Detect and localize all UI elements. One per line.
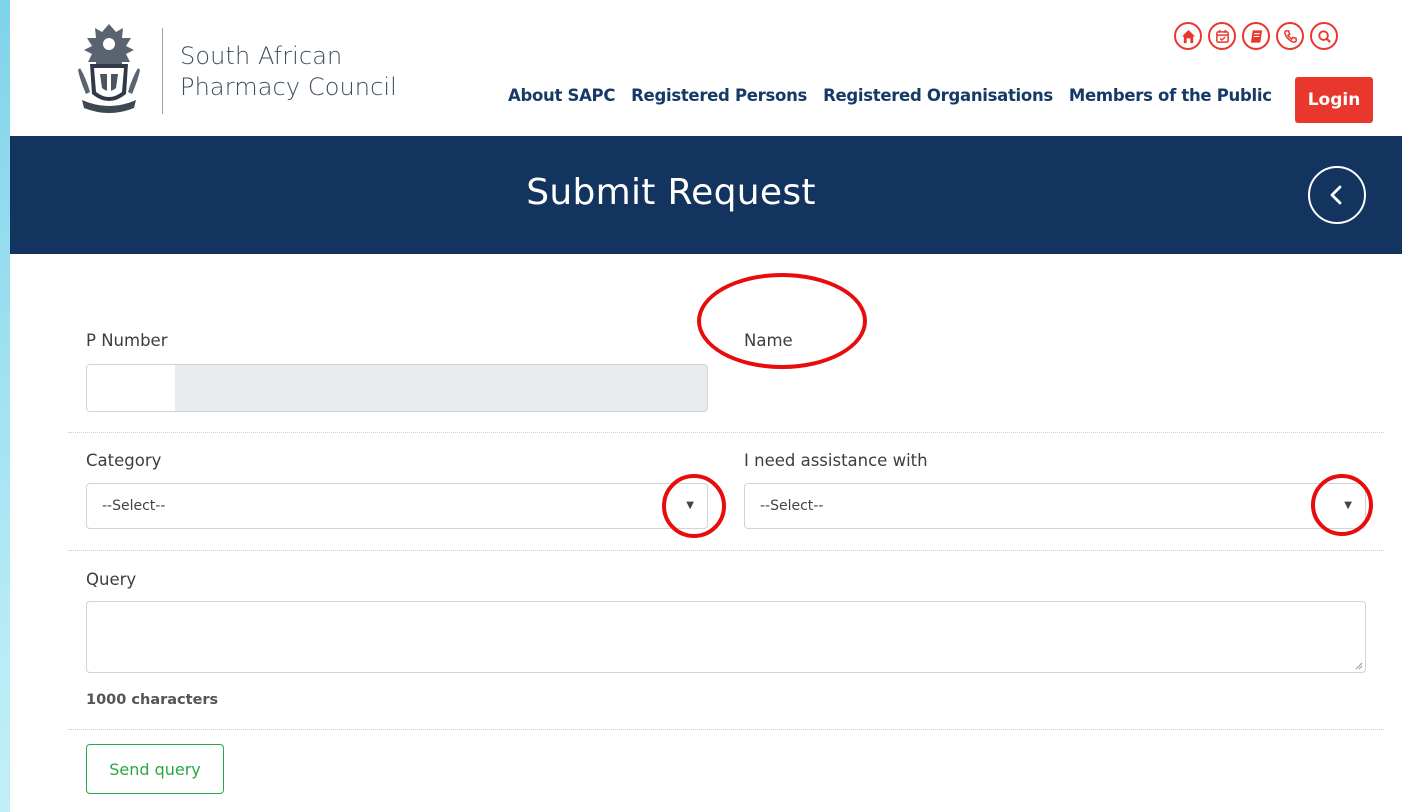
nav-members-of-the-public[interactable]: Members of the Public [1061,86,1280,105]
divider [68,432,1384,433]
annotation-circle-assistance-arrow [1311,474,1373,536]
calendar-icon[interactable] [1208,22,1236,50]
chevron-left-icon [1330,185,1342,205]
assistance-select[interactable]: --Select-- ▼ [744,483,1366,529]
send-query-button[interactable]: Send query [86,744,224,794]
nav-registered-organisations[interactable]: Registered Organisations [815,86,1061,105]
p-number-redaction [87,365,175,411]
nav-registered-persons[interactable]: Registered Persons [623,86,815,105]
search-icon[interactable] [1310,22,1338,50]
category-label: Category [86,451,162,470]
site-name[interactable]: South African Pharmacy Council [180,41,397,103]
resize-handle-icon[interactable] [1355,662,1363,670]
divider [68,729,1384,730]
category-select-value: --Select-- [102,498,166,514]
annotation-circle-name [697,273,867,369]
page: South African Pharmacy Council About SAP… [10,0,1402,812]
character-limit: 1000 characters [86,692,219,708]
p-number-field [86,364,708,412]
category-select[interactable]: --Select-- ▼ [86,483,708,529]
site-name-line1: South African [180,42,343,70]
sapc-crest-logo[interactable] [76,22,142,120]
site-name-line2: Pharmacy Council [180,73,397,101]
assistance-label: I need assistance with [744,451,928,470]
site-header: South African Pharmacy Council About SAP… [10,0,1402,136]
annotation-circle-category-arrow [662,474,726,538]
p-number-label: P Number [86,331,168,350]
back-button[interactable] [1308,166,1366,224]
logo-divider [162,28,163,114]
page-banner: Submit Request [10,136,1402,254]
main-nav: About SAPC Registered Persons Registered… [500,86,1280,105]
quick-icons [1174,22,1338,50]
home-icon[interactable] [1174,22,1202,50]
phone-icon[interactable] [1276,22,1304,50]
nav-about-sapc[interactable]: About SAPC [500,86,623,105]
book-icon[interactable] [1242,22,1270,50]
query-label: Query [86,570,137,589]
page-title: Submit Request [526,172,816,213]
assistance-select-value: --Select-- [760,498,824,514]
query-textarea[interactable] [86,601,1366,673]
divider [68,550,1384,551]
login-button[interactable]: Login [1295,77,1373,123]
